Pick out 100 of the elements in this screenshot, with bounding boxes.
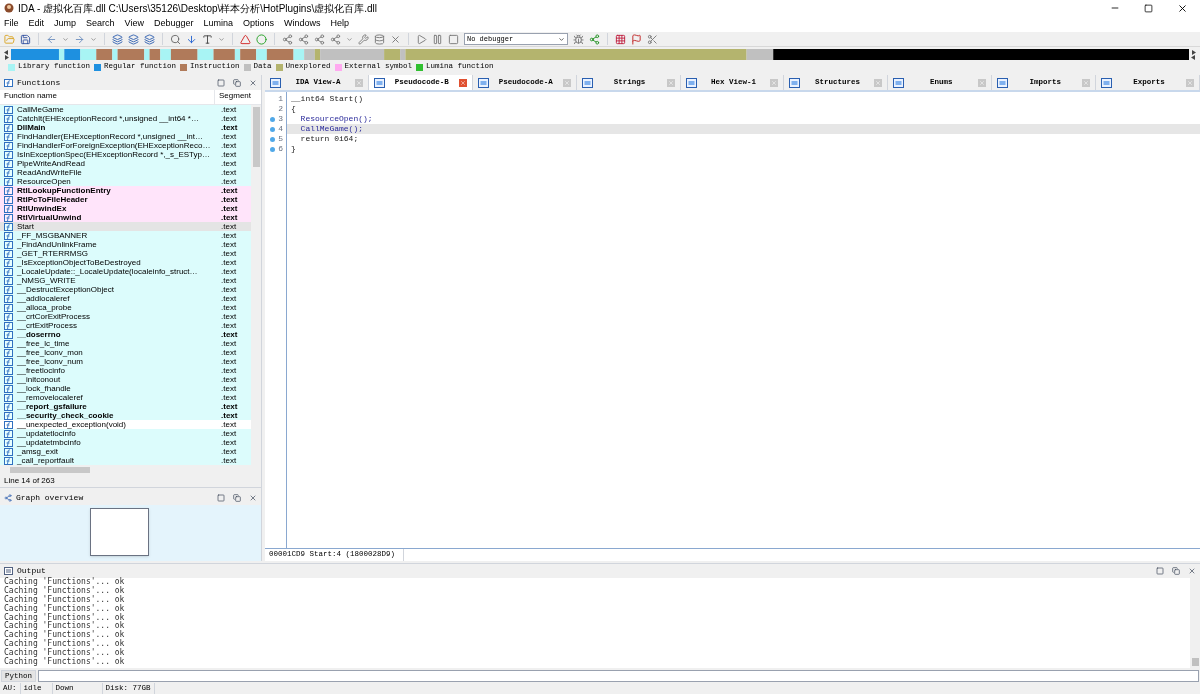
function-row[interactable]: _call_reportfault .text (0, 456, 252, 465)
function-row[interactable]: __lock_fhandle .text (0, 384, 252, 393)
graph-icon[interactable] (282, 33, 293, 45)
maximize-icon[interactable] (1144, 3, 1153, 13)
dock-icon[interactable] (1156, 567, 1164, 575)
search-icon[interactable] (170, 33, 181, 45)
menu-item[interactable]: Search (86, 17, 115, 31)
function-row[interactable]: ResourceOpen .text (0, 177, 252, 186)
command-input[interactable] (38, 669, 1199, 682)
forward-arrow-icon[interactable] (74, 33, 85, 45)
function-row[interactable]: __report_gsfailure .text (0, 402, 252, 411)
back-arrow-icon[interactable] (46, 33, 57, 45)
function-row[interactable]: ReadAndWriteFile .text (0, 168, 252, 177)
function-row[interactable]: _amsg_exit .text (0, 447, 252, 456)
menu-item[interactable]: Options (243, 17, 275, 31)
function-row[interactable]: RtlVirtualUnwind .text (0, 213, 252, 222)
grid-icon[interactable] (615, 33, 626, 45)
caret-icon[interactable] (62, 35, 69, 43)
menu-item[interactable]: Windows (284, 17, 321, 31)
function-row[interactable]: FindHandlerForForeignException(EHExceptionReco… .text (0, 141, 252, 150)
save-icon[interactable] (20, 33, 31, 45)
column-header[interactable]: Function name (0, 90, 215, 104)
function-row[interactable]: __free_lconv_num .text (0, 357, 252, 366)
menu-item[interactable]: Edit (28, 17, 45, 31)
function-row[interactable]: __doserrno .text (0, 330, 252, 339)
graph-thumbnail (90, 508, 149, 556)
menu-item[interactable]: View (124, 17, 144, 31)
triangle-icon[interactable] (240, 33, 251, 45)
down-arrow-icon[interactable] (186, 33, 197, 45)
bug-icon[interactable] (573, 33, 584, 45)
menu-item[interactable]: Lumina (203, 17, 233, 31)
function-row[interactable]: _FF_MSGBANNER .text (0, 231, 252, 240)
function-row[interactable]: __crtExitProcess .text (0, 321, 252, 330)
function-row[interactable]: Start .text (0, 222, 252, 231)
function-row[interactable]: _IsExceptionObjectToBeDestroyed .text (0, 258, 252, 267)
float-icon[interactable] (233, 78, 241, 87)
segment-cell-text: .text (220, 159, 237, 168)
function-row[interactable]: _GET_RTERRMSG .text (0, 249, 252, 258)
layers-icon[interactable] (112, 33, 123, 45)
function-row[interactable]: __addlocaleref .text (0, 294, 252, 303)
function-row[interactable]: __removelocaleref .text (0, 393, 252, 402)
function-row[interactable]: __unexpected_exception(void) .text (0, 420, 252, 429)
dock-icon[interactable] (217, 78, 225, 87)
flag-icon[interactable] (631, 33, 642, 45)
function-row[interactable]: __security_check_cookie .text (0, 411, 252, 420)
folder-icon[interactable] (4, 33, 15, 45)
vertical-scrollbar[interactable] (1190, 578, 1200, 668)
function-row[interactable]: _FindAndUnlinkFrame .text (0, 240, 252, 249)
layers-icon[interactable] (144, 33, 155, 45)
layers-icon[interactable] (128, 33, 139, 45)
wrench-icon[interactable] (358, 33, 369, 45)
function-row[interactable]: FindHandler(EHExceptionRecord *,unsigned __int… .text (0, 132, 252, 141)
function-row[interactable]: __crtCorExitProcess .text (0, 312, 252, 321)
dock-icon[interactable] (217, 493, 225, 502)
graph-icon[interactable] (314, 33, 325, 45)
menu-item[interactable]: File (4, 17, 19, 31)
stop-icon[interactable] (448, 33, 459, 45)
function-row[interactable]: RtlUnwindEx .text (0, 204, 252, 213)
database-icon[interactable] (374, 33, 385, 45)
function-row[interactable]: RtlPcToFileHeader .text (0, 195, 252, 204)
menu-item[interactable]: Help (330, 17, 350, 31)
function-row[interactable]: __free_lconv_mon .text (0, 348, 252, 357)
caret-icon[interactable] (346, 35, 353, 43)
float-icon[interactable] (1172, 567, 1180, 575)
play-icon[interactable] (416, 33, 427, 45)
function-row[interactable]: _NMSG_WRITE .text (0, 276, 252, 285)
scroll-arrows-icon[interactable] (4, 49, 9, 60)
function-row[interactable]: CallMeGame .text (0, 105, 252, 114)
function-row[interactable]: __updatetmbcinfo .text (0, 438, 252, 447)
navigation-band-drawing[interactable] (11, 49, 1189, 60)
menu-item[interactable]: Debugger (153, 17, 194, 31)
function-row[interactable]: _LocaleUpdate::_LocaleUpdate(localeinfo_struct… .text (0, 267, 252, 276)
function-name: __free_lc_time (17, 339, 71, 348)
function-name: __report_gsfailure (17, 402, 88, 411)
graph-icon[interactable] (330, 33, 341, 45)
scroll-arrows-icon[interactable] (1191, 49, 1196, 60)
segment-cell-text: .text (220, 249, 237, 258)
cross-icon[interactable] (390, 33, 401, 45)
function-row[interactable]: CatchIt(EHExceptionRecord *,unsigned __int64 *… .text (0, 114, 252, 123)
pause-icon[interactable] (432, 33, 443, 45)
tab-close-button[interactable] (458, 78, 467, 87)
function-row[interactable]: __free_lc_time .text (0, 339, 252, 348)
text-icon[interactable] (202, 33, 213, 45)
float-icon[interactable] (233, 493, 241, 502)
caret-icon[interactable] (90, 35, 97, 43)
column-header[interactable]: Segment (215, 90, 252, 104)
close-icon[interactable] (1177, 2, 1188, 14)
function-row[interactable]: DllMain .text (0, 123, 252, 132)
function-row[interactable]: IsInExceptionSpec(EHExceptionRecord *,_s_ESTyp… .text (0, 150, 252, 159)
function-row[interactable]: PipeWriteAndRead .text (0, 159, 252, 168)
graph-icon[interactable] (298, 33, 309, 45)
menu-item[interactable]: Jump (54, 17, 77, 31)
function-row[interactable]: __updatetlocinfo .text (0, 429, 252, 438)
caret-icon[interactable] (218, 35, 225, 43)
circle-icon[interactable] (256, 33, 267, 45)
function-row[interactable]: __alloca_probe .text (0, 303, 252, 312)
function-row[interactable]: __DestructExceptionObject .text (0, 285, 252, 294)
function-row[interactable]: __initconout .text (0, 375, 252, 384)
function-row[interactable]: __freetlocinfo .text (0, 366, 252, 375)
function-row[interactable]: RtlLookupFunctionEntry .text (0, 186, 252, 195)
